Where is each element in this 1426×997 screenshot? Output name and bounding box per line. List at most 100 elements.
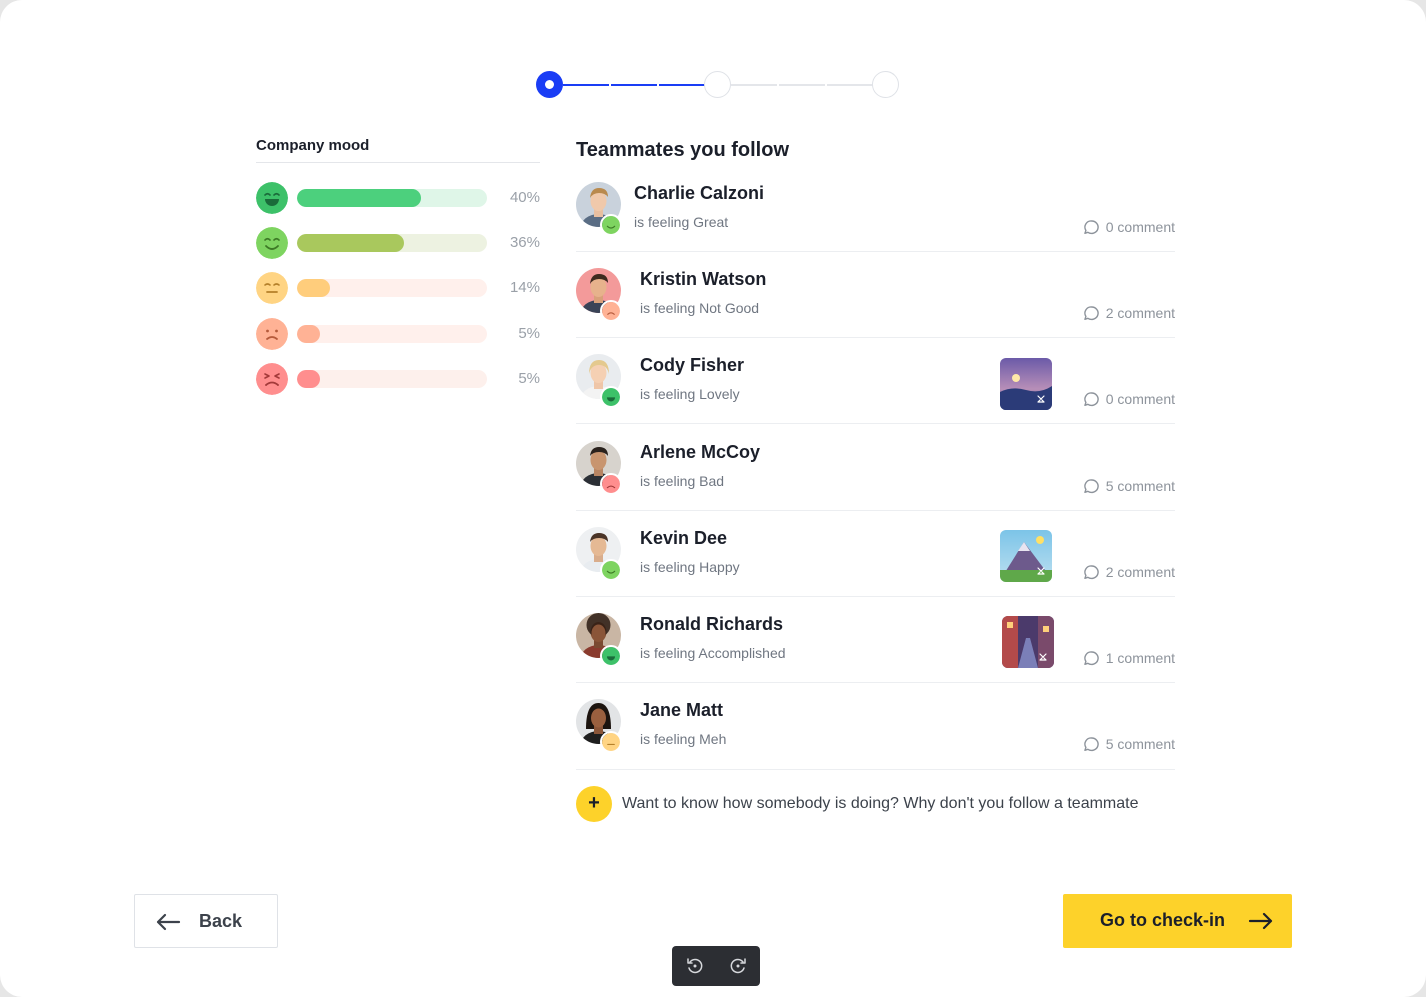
- go-to-check-in-button[interactable]: Go to check-in: [1063, 894, 1292, 948]
- teammate-row[interactable]: Cody Fisher is feeling Lovely 0 comment: [576, 354, 1175, 424]
- mood-bar-track: [297, 279, 487, 297]
- comment-count-label: 0 comment: [1105, 391, 1175, 407]
- comment-icon: [1083, 219, 1099, 234]
- teammate-status: is feeling Not Good: [640, 300, 760, 316]
- stepper-line: [827, 84, 873, 86]
- comment-count[interactable]: 5 comment: [1083, 735, 1175, 753]
- teammate-row[interactable]: Jane Matt is feeling Meh 5 comment: [576, 699, 1175, 770]
- comment-count-label: 2 comment: [1105, 564, 1175, 580]
- teammate-status: is feeling Bad: [640, 473, 725, 489]
- meh-face-icon: [600, 731, 622, 753]
- comment-icon: [1083, 650, 1099, 665]
- divider: [256, 162, 540, 163]
- teammate-row[interactable]: Charlie Calzoni is feeling Great 0 comme…: [576, 182, 1175, 252]
- mood-bar-fill: [297, 234, 404, 252]
- teammate-name[interactable]: Kevin Dee: [640, 528, 727, 549]
- stepper-line: [779, 84, 825, 86]
- step-1-dot[interactable]: [536, 71, 563, 98]
- attached-image[interactable]: [1000, 530, 1052, 582]
- mood-row-not-good: 5%: [256, 318, 540, 350]
- comment-count-label: 2 comment: [1105, 305, 1175, 321]
- comment-count-label: 5 comment: [1105, 736, 1175, 752]
- mood-percent: 14%: [509, 279, 540, 296]
- stepper-line: [563, 84, 609, 86]
- teammate-name[interactable]: Jane Matt: [640, 700, 723, 721]
- comment-count-label: 1 comment: [1105, 650, 1175, 666]
- company-mood-title: Company mood: [256, 137, 370, 154]
- teammate-status: is feeling Accomplished: [640, 645, 786, 661]
- mood-row-happy: 36%: [256, 227, 540, 259]
- teammates-title: Teammates you follow: [576, 139, 790, 161]
- comment-icon: [1083, 564, 1099, 579]
- comment-count[interactable]: 5 comment: [1083, 477, 1175, 495]
- back-button[interactable]: Back: [134, 894, 278, 948]
- teammate-row[interactable]: Ronald Richards is feeling Accomplished …: [576, 613, 1175, 683]
- teammate-status: is feeling Meh: [640, 731, 727, 747]
- mood-bar-fill: [297, 189, 421, 207]
- comment-icon: [1083, 478, 1099, 493]
- rotate-right-icon[interactable]: [728, 956, 748, 976]
- comment-icon: [1083, 305, 1099, 320]
- mood-bar-fill: [297, 279, 330, 297]
- mood-row-meh: 14%: [256, 272, 540, 304]
- great-face-icon: [600, 645, 622, 667]
- arrow-left-icon: [156, 913, 181, 931]
- teammate-name[interactable]: Ronald Richards: [640, 614, 783, 635]
- follow-prompt-text[interactable]: Want to know how somebody is doing? Why …: [622, 795, 1139, 813]
- follow-teammate-prompt[interactable]: + Want to know how somebody is doing? Wh…: [576, 786, 1176, 822]
- arrow-right-icon: [1248, 912, 1273, 930]
- mood-bar-track: [297, 189, 487, 207]
- great-face-icon: [600, 386, 622, 408]
- step-3-dot[interactable]: [872, 71, 899, 98]
- floating-toolbar: [672, 946, 760, 986]
- mood-percent: 5%: [518, 370, 540, 387]
- check-in-button-label: Go to check-in: [1100, 910, 1226, 930]
- teammate-name[interactable]: Cody Fisher: [640, 355, 744, 376]
- step-2-dot[interactable]: [704, 71, 731, 98]
- comment-count[interactable]: 0 comment: [1083, 218, 1175, 236]
- stepper-line: [659, 84, 705, 86]
- comment-count-label: 0 comment: [1105, 219, 1175, 235]
- comment-count[interactable]: 1 comment: [1083, 649, 1175, 667]
- comment-count-label: 5 comment: [1105, 478, 1175, 494]
- mood-bar-track: [297, 370, 487, 388]
- meh-face-icon: [256, 272, 288, 304]
- comment-icon: [1083, 736, 1099, 751]
- mood-percent: 5%: [518, 325, 540, 342]
- stepper-line: [611, 84, 657, 86]
- bad-face-icon: [256, 363, 288, 395]
- not-good-face-icon: [600, 300, 622, 322]
- teammate-name[interactable]: Kristin Watson: [640, 269, 766, 290]
- teammate-row[interactable]: Kevin Dee is feeling Happy 2 comment: [576, 527, 1175, 597]
- add-icon[interactable]: +: [576, 786, 612, 822]
- mood-row-great: 40%: [256, 182, 540, 214]
- mood-bar-track: [297, 325, 487, 343]
- not-good-face-icon: [256, 318, 288, 350]
- teammate-row[interactable]: Arlene McCoy is feeling Bad 5 comment: [576, 441, 1175, 511]
- back-button-label: Back: [199, 911, 243, 931]
- happy-face-icon: [256, 227, 288, 259]
- mood-percent: 40%: [509, 189, 540, 206]
- teammate-name[interactable]: Arlene McCoy: [640, 442, 760, 463]
- stepper-line: [731, 84, 777, 86]
- teammate-status: is feeling Great: [634, 214, 729, 230]
- mood-percent: 36%: [509, 234, 540, 251]
- teammate-row[interactable]: Kristin Watson is feeling Not Good 2 com…: [576, 268, 1175, 338]
- happy-face-icon: [600, 214, 622, 236]
- teammate-status: is feeling Lovely: [640, 386, 740, 402]
- app-window: Company mood 40% 36% 14% 5% 5% Teammates…: [0, 0, 1426, 997]
- mood-row-bad: 5%: [256, 363, 540, 395]
- teammate-name[interactable]: Charlie Calzoni: [634, 183, 764, 204]
- mood-bar-fill: [297, 325, 320, 343]
- mood-bar-track: [297, 234, 487, 252]
- rotate-left-icon[interactable]: [685, 956, 705, 976]
- comment-count[interactable]: 2 comment: [1083, 563, 1175, 581]
- comment-count[interactable]: 2 comment: [1083, 304, 1175, 322]
- comment-count[interactable]: 0 comment: [1083, 390, 1175, 408]
- great-face-icon: [256, 182, 288, 214]
- teammate-status: is feeling Happy: [640, 559, 740, 575]
- attached-image[interactable]: [1002, 616, 1054, 668]
- attached-image[interactable]: [1000, 358, 1052, 410]
- mood-bar-fill: [297, 370, 320, 388]
- progress-stepper: [536, 71, 900, 99]
